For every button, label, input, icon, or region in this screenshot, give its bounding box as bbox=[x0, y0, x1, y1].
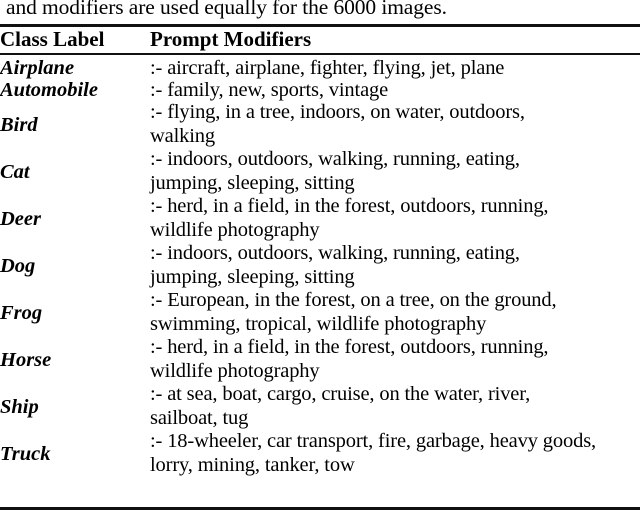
table-row: Ship :- at sea, boat, cargo, cruise, on t… bbox=[0, 383, 640, 430]
prompt-modifiers-cell: :- 18-wheeler, car transport, fire, garb… bbox=[150, 430, 640, 480]
class-label-cell: Deer bbox=[0, 207, 41, 230]
table-row: Automobile :- family, new, sports, vintag… bbox=[0, 79, 640, 101]
column-header-class-label: Class Label bbox=[0, 27, 105, 51]
prompt-modifiers-cell: :- herd, in a field, in the forest, outd… bbox=[150, 336, 640, 383]
prompt-modifiers-cell: :- aircraft, airplane, fighter, flying, … bbox=[150, 53, 640, 79]
prompt-modifiers-line: :- at sea, boat, cargo, cruise, on the w… bbox=[150, 383, 531, 405]
prompt-modifiers-line: :- 18-wheeler, car transport, fire, garb… bbox=[150, 430, 596, 452]
prompt-modifiers-line: wildlife photography bbox=[150, 218, 320, 241]
table-bottom-rule bbox=[0, 507, 640, 510]
prompt-modifiers-line: :- herd, in a field, in the forest, outd… bbox=[150, 195, 549, 217]
table-row: Truck :- 18-wheeler, car transport, fire,… bbox=[0, 430, 640, 480]
class-label-cell: Horse bbox=[0, 348, 52, 371]
prompt-modifiers-line: :- herd, in a field, in the forest, outd… bbox=[150, 336, 549, 358]
prompt-modifiers-cell: :- indoors, outdoors, walking, running, … bbox=[150, 242, 640, 289]
class-label-cell: Automobile bbox=[0, 79, 98, 101]
prompt-modifiers-line: sailboat, tug bbox=[150, 406, 249, 429]
page: and modifiers are used equally for the 6… bbox=[0, 0, 640, 514]
prompt-modifiers-cell: :- herd, in a field, in the forest, outd… bbox=[150, 195, 640, 242]
table-row: Frog :- European, in the forest, on a tre… bbox=[0, 289, 640, 336]
prompt-modifiers-line: :- indoors, outdoors, walking, running, … bbox=[150, 242, 520, 264]
prompt-modifiers-cell: :- indoors, outdoors, walking, running, … bbox=[150, 148, 640, 195]
class-label-cell: Dog bbox=[0, 254, 36, 277]
class-label-cell: Truck bbox=[0, 442, 51, 465]
class-label-cell: Ship bbox=[0, 395, 39, 418]
prompt-modifiers-table: Class Label Prompt Modifiers Airplane :- … bbox=[0, 26, 640, 480]
caption-tail-text: and modifiers are used equally for the 6… bbox=[6, 0, 447, 19]
class-label-cell: Airplane bbox=[0, 57, 75, 79]
class-label-cell: Bird bbox=[0, 113, 38, 136]
prompt-modifiers-line: jumping, sleeping, sitting bbox=[150, 171, 355, 194]
prompt-modifiers-line: jumping, sleeping, sitting bbox=[150, 265, 355, 288]
table-header: Class Label Prompt Modifiers bbox=[0, 26, 640, 53]
prompt-modifiers-line: swimming, tropical, wildlife photography bbox=[150, 312, 487, 335]
column-header-prompt-modifiers: Prompt Modifiers bbox=[150, 27, 312, 51]
prompt-modifiers-line: wildlife photography bbox=[150, 359, 320, 382]
class-label-cell: Cat bbox=[0, 160, 30, 183]
table-body: Airplane :- aircraft, airplane, fighter, … bbox=[0, 53, 640, 480]
table-row: Deer :- herd, in a field, in the forest, … bbox=[0, 195, 640, 242]
table-row: Bird :- flying, in a tree, indoors, on wa… bbox=[0, 101, 640, 148]
table-row: Airplane :- aircraft, airplane, fighter, … bbox=[0, 53, 640, 79]
class-label-cell: Frog bbox=[0, 301, 43, 324]
prompt-modifiers-cell: :- at sea, boat, cargo, cruise, on the w… bbox=[150, 383, 640, 430]
prompt-modifiers-line: walking bbox=[150, 124, 215, 147]
prompt-modifiers-line: :- indoors, outdoors, walking, running, … bbox=[150, 148, 520, 170]
prompt-modifiers-line: :- family, new, sports, vintage bbox=[150, 79, 389, 101]
prompt-modifiers-cell: :- European, in the forest, on a tree, o… bbox=[150, 289, 640, 336]
prompt-modifiers-line: :- European, in the forest, on a tree, o… bbox=[150, 289, 557, 311]
prompt-modifiers-cell: :- family, new, sports, vintage bbox=[150, 79, 640, 101]
prompt-modifiers-line: :- flying, in a tree, indoors, on water,… bbox=[150, 101, 525, 123]
prompt-modifiers-line: lorry, mining, tanker, tow bbox=[150, 453, 355, 476]
prompt-modifiers-line: :- aircraft, airplane, fighter, flying, … bbox=[150, 57, 505, 79]
table-row: Dog :- indoors, outdoors, walking, runnin… bbox=[0, 242, 640, 289]
table-row: Horse :- herd, in a field, in the forest,… bbox=[0, 336, 640, 383]
prompt-modifiers-cell: :- flying, in a tree, indoors, on water,… bbox=[150, 101, 640, 148]
table-row: Cat :- indoors, outdoors, walking, runnin… bbox=[0, 148, 640, 195]
table-header-row: Class Label Prompt Modifiers bbox=[0, 26, 640, 53]
